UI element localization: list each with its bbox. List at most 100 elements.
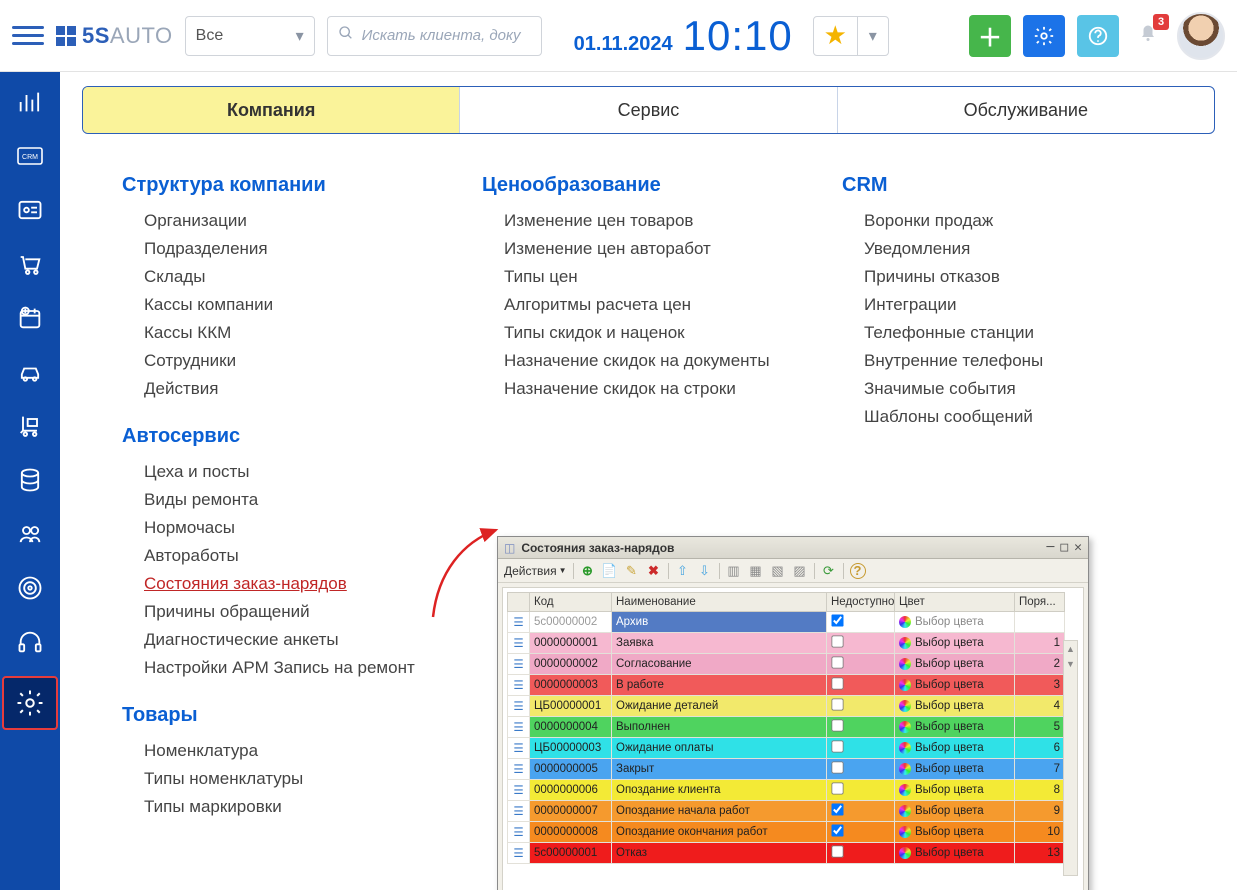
rail-car-icon[interactable] [12, 354, 48, 390]
link-workshops[interactable]: Цеха и посты [122, 458, 422, 486]
cell-unavail[interactable] [827, 654, 895, 675]
link-nomenclature-types[interactable]: Типы номенклатуры [122, 765, 422, 793]
cell-color[interactable]: Выбор цвета [895, 738, 1015, 759]
cell-color[interactable]: Выбор цвета [895, 822, 1015, 843]
link-warehouses[interactable]: Склады [122, 263, 422, 291]
link-discount-types[interactable]: Типы скидок и наценок [482, 319, 782, 347]
edit-row-button[interactable]: ✎ [624, 563, 640, 579]
link-company-cashboxes[interactable]: Кассы компании [122, 291, 422, 319]
link-appeal-reasons[interactable]: Причины обращений [122, 598, 422, 626]
favorites-dropdown[interactable]: ★ ▾ [813, 16, 889, 56]
link-kkm-cashboxes[interactable]: Кассы ККМ [122, 319, 422, 347]
chevron-down-icon[interactable]: ▾ [858, 17, 888, 55]
cell-color[interactable]: Выбор цвета [895, 759, 1015, 780]
copy-row-button[interactable]: 📄 [602, 563, 618, 579]
link-price-algorithms[interactable]: Алгоритмы расчета цен [482, 291, 782, 319]
table-row[interactable]: ☰5c00000001ОтказВыбор цвета13 [508, 843, 1065, 864]
cell-unavail[interactable] [827, 822, 895, 843]
link-diag-forms[interactable]: Диагностические анкеты [122, 626, 422, 654]
help-icon[interactable]: ? [850, 563, 866, 579]
table-row[interactable]: ☰0000000003В работеВыбор цвета3 [508, 675, 1065, 696]
move-down-button[interactable]: ⇩ [697, 563, 713, 579]
link-refusal-reasons[interactable]: Причины отказов [842, 263, 1142, 291]
link-events[interactable]: Значимые события [842, 375, 1142, 403]
filter1-button[interactable]: ▥ [726, 563, 742, 579]
col-order[interactable]: Поря... [1015, 593, 1065, 612]
link-employees[interactable]: Сотрудники [122, 347, 422, 375]
cell-color[interactable]: Выбор цвета [895, 780, 1015, 801]
cell-color[interactable]: Выбор цвета [895, 717, 1015, 738]
minimize-icon[interactable]: ─ [1047, 540, 1055, 555]
actions-menu[interactable]: Действия ▼ [504, 564, 567, 578]
cell-color[interactable]: Выбор цвета [895, 696, 1015, 717]
cell-color[interactable]: Выбор цвета [895, 843, 1015, 864]
link-arm-settings[interactable]: Настройки АРМ Запись на ремонт [122, 654, 422, 682]
link-price-types[interactable]: Типы цен [482, 263, 782, 291]
help-button[interactable] [1077, 15, 1119, 57]
link-departments[interactable]: Подразделения [122, 235, 422, 263]
cell-unavail[interactable] [827, 717, 895, 738]
link-repair-types[interactable]: Виды ремонта [122, 486, 422, 514]
settings-button[interactable] [1023, 15, 1065, 57]
tab-maintenance[interactable]: Обслуживание [838, 87, 1214, 133]
popup-titlebar[interactable]: ◫ Состояния заказ-нарядов ─ □ ✕ [498, 537, 1088, 559]
notifications-button[interactable]: 3 [1131, 20, 1165, 51]
col-name[interactable]: Наименование [612, 593, 827, 612]
table-row[interactable]: ☰0000000008Опоздание окончания работВыбо… [508, 822, 1065, 843]
link-price-change-works[interactable]: Изменение цен авторабот [482, 235, 782, 263]
filter2-button[interactable]: ▦ [748, 563, 764, 579]
filter3-button[interactable]: ▧ [770, 563, 786, 579]
link-order-states[interactable]: Состояния заказ-нарядов [122, 570, 422, 598]
search-box[interactable] [327, 16, 542, 56]
table-row[interactable]: ☰ЦБ00000001Ожидание деталейВыбор цвета4 [508, 696, 1065, 717]
link-msg-templates[interactable]: Шаблоны сообщений [842, 403, 1142, 431]
rail-calendar-icon[interactable] [12, 300, 48, 336]
col-code[interactable]: Код [530, 593, 612, 612]
cell-color[interactable]: Выбор цвета [895, 633, 1015, 654]
search-input[interactable] [362, 27, 531, 44]
table-row[interactable]: ☰0000000004ВыполненВыбор цвета5 [508, 717, 1065, 738]
cell-color[interactable]: Выбор цвета [895, 654, 1015, 675]
table-row[interactable]: ☰0000000007Опоздание начала работВыбор ц… [508, 801, 1065, 822]
rail-crm-icon[interactable]: CRM [12, 138, 48, 174]
link-funnels[interactable]: Воронки продаж [842, 207, 1142, 235]
add-row-button[interactable]: ⊕ [580, 563, 596, 579]
tab-company[interactable]: Компания [83, 87, 460, 133]
cell-unavail[interactable] [827, 801, 895, 822]
table-row[interactable]: ☰0000000005ЗакрытВыбор цвета7 [508, 759, 1065, 780]
link-discount-lines[interactable]: Назначение скидок на строки [482, 375, 782, 403]
cell-unavail[interactable] [827, 675, 895, 696]
table-row[interactable]: ☰0000000002СогласованиеВыбор цвета2 [508, 654, 1065, 675]
menu-icon[interactable] [12, 20, 44, 52]
cell-unavail[interactable] [827, 759, 895, 780]
move-up-button[interactable]: ⇧ [675, 563, 691, 579]
link-normhours[interactable]: Нормочасы [122, 514, 422, 542]
link-discount-docs[interactable]: Назначение скидок на документы [482, 347, 782, 375]
col-color[interactable]: Цвет [895, 593, 1015, 612]
close-icon[interactable]: ✕ [1074, 540, 1082, 555]
cell-color[interactable]: Выбор цвета [895, 612, 1015, 633]
rail-cart-icon[interactable] [12, 246, 48, 282]
cell-unavail[interactable] [827, 738, 895, 759]
add-button[interactable]: ＋ [969, 15, 1011, 57]
cell-unavail[interactable] [827, 843, 895, 864]
link-internal-phones[interactable]: Внутренние телефоны [842, 347, 1142, 375]
maximize-icon[interactable]: □ [1060, 540, 1068, 555]
rail-target-icon[interactable] [12, 570, 48, 606]
refresh-button[interactable]: ⟳ [821, 563, 837, 579]
table-row[interactable]: ☰ЦБ00000003Ожидание оплатыВыбор цвета6 [508, 738, 1065, 759]
scrollbar[interactable]: ▲▼ [1063, 640, 1078, 876]
link-nomenclature[interactable]: Номенклатура [122, 737, 422, 765]
rail-contacts-icon[interactable] [12, 192, 48, 228]
rail-database-icon[interactable] [12, 462, 48, 498]
rail-settings-icon[interactable] [4, 678, 56, 728]
delete-row-button[interactable]: ✖ [646, 563, 662, 579]
rail-headset-icon[interactable] [12, 624, 48, 660]
link-marking-types[interactable]: Типы маркировки [122, 793, 422, 821]
filter4-button[interactable]: ▨ [792, 563, 808, 579]
table-row[interactable]: ☰0000000006Опоздание клиентаВыбор цвета8 [508, 780, 1065, 801]
cell-unavail[interactable] [827, 696, 895, 717]
link-autoworks[interactable]: Авторaботы [122, 542, 422, 570]
rail-analytics-icon[interactable] [12, 84, 48, 120]
cell-unavail[interactable] [827, 612, 895, 633]
